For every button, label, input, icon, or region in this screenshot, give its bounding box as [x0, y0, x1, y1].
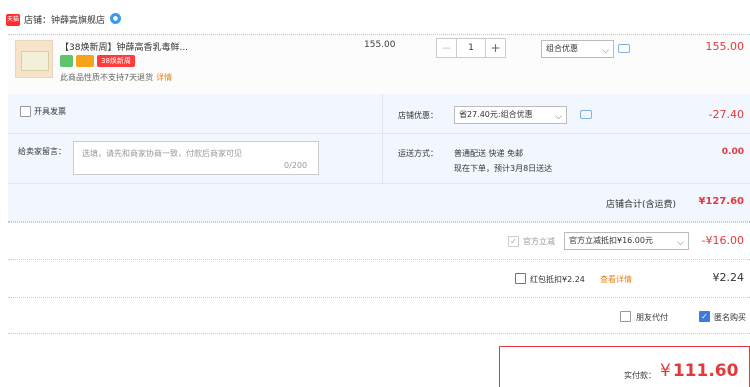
chevron-down-icon: ⌵ — [555, 112, 562, 122]
chevron-down-icon: ⌵ — [602, 46, 609, 56]
item-title[interactable]: 【38焕新周】钟薛高香乳毒鲜... — [60, 40, 188, 53]
shop-discount-value: 省27.40元:组合优惠 — [459, 110, 533, 119]
shop-discount-label: 店铺优惠： — [398, 111, 438, 120]
increase-button[interactable]: + — [485, 39, 505, 57]
promo-select[interactable]: 组合优惠 ⌵ — [541, 40, 614, 58]
official-discount-value: 官方立减抵扣¥16.00元 — [569, 236, 653, 245]
shipping-method: 普通配送 快递 免邮 — [454, 149, 524, 158]
service-badge-icon — [60, 55, 73, 67]
official-discount-checkbox: ✓ — [508, 236, 519, 247]
return-detail-link[interactable]: 详情 — [156, 73, 172, 82]
message-placeholder: 选填，请先和商家协商一致，付款后商家可见 — [82, 149, 242, 158]
payment-amount-value: 111.60 — [672, 361, 739, 381]
friend-pay-label[interactable]: 朋友代付 — [636, 312, 668, 323]
shipping-label: 运送方式： — [398, 149, 438, 158]
divider — [8, 297, 750, 298]
shop-discount-amount: -27.40 — [708, 108, 744, 121]
friend-pay-checkbox[interactable] — [620, 311, 631, 322]
shop-discount-select[interactable]: 省27.40元:组合优惠 ⌵ — [454, 106, 567, 124]
divider — [8, 333, 750, 334]
chevron-down-icon: ⌵ — [677, 238, 684, 248]
item-badges: 38焕新周 — [60, 55, 135, 67]
shipping-amount: 0.00 — [721, 147, 744, 157]
chat-icon[interactable] — [580, 110, 592, 119]
anonymous-label[interactable]: 匿名购买 — [714, 312, 746, 323]
redpacket-detail-link[interactable]: 查看详情 — [600, 274, 632, 285]
official-discount-amount: -¥16.00 — [701, 234, 744, 247]
item-total: 155.00 — [705, 40, 745, 53]
shop-total-label: 店铺合计(含运费) — [606, 200, 677, 210]
divider — [8, 133, 750, 134]
invoice-checkbox[interactable] — [20, 106, 31, 117]
unit-price: 155.00 — [364, 40, 396, 50]
redpacket-checkbox[interactable] — [515, 273, 526, 284]
chat-bubble-icon[interactable]: ● — [110, 13, 121, 24]
product-thumbnail[interactable] — [15, 40, 53, 78]
divider — [8, 222, 750, 223]
shop-name[interactable]: 店铺：钟薛高旗舰店 — [24, 13, 105, 26]
official-discount-label: 官方立减 — [523, 237, 555, 246]
payment-label: 实付款： — [624, 371, 656, 380]
decrease-button[interactable]: − — [437, 39, 457, 57]
redpacket-amount: ¥2.24 — [712, 271, 745, 284]
divider — [8, 183, 750, 184]
shipping-eta: 现在下单，预计3月8日送达 — [454, 164, 553, 173]
payment-amount: ¥111.60 — [660, 361, 738, 381]
chat-icon[interactable] — [618, 44, 630, 53]
return-note-text: 此商品性质不支持7天退货 — [60, 73, 154, 82]
item-return-note: 此商品性质不支持7天退货 详情 — [60, 72, 172, 83]
promo-badge: 38焕新周 — [97, 55, 135, 67]
shop-total-amount: ¥127.60 — [698, 196, 744, 207]
gift-badge-icon — [76, 55, 94, 67]
message-label: 给卖家留言： — [18, 147, 66, 156]
quantity-stepper[interactable]: − 1 + — [436, 38, 506, 58]
quantity-input[interactable]: 1 — [457, 39, 485, 57]
anonymous-checkbox[interactable]: ✓ — [699, 311, 710, 322]
divider — [8, 259, 750, 260]
tmall-tag-icon: 天猫 — [6, 14, 20, 26]
official-discount-select[interactable]: 官方立减抵扣¥16.00元 ⌵ — [564, 232, 689, 250]
currency-symbol: ¥ — [660, 361, 671, 381]
promo-select-value: 组合优惠 — [546, 44, 578, 53]
message-char-count: 0/200 — [284, 161, 308, 170]
invoice-label[interactable]: 开具发票 — [34, 106, 66, 117]
redpacket-label[interactable]: 红包抵扣¥2.24 — [530, 274, 585, 285]
divider — [382, 94, 383, 184]
